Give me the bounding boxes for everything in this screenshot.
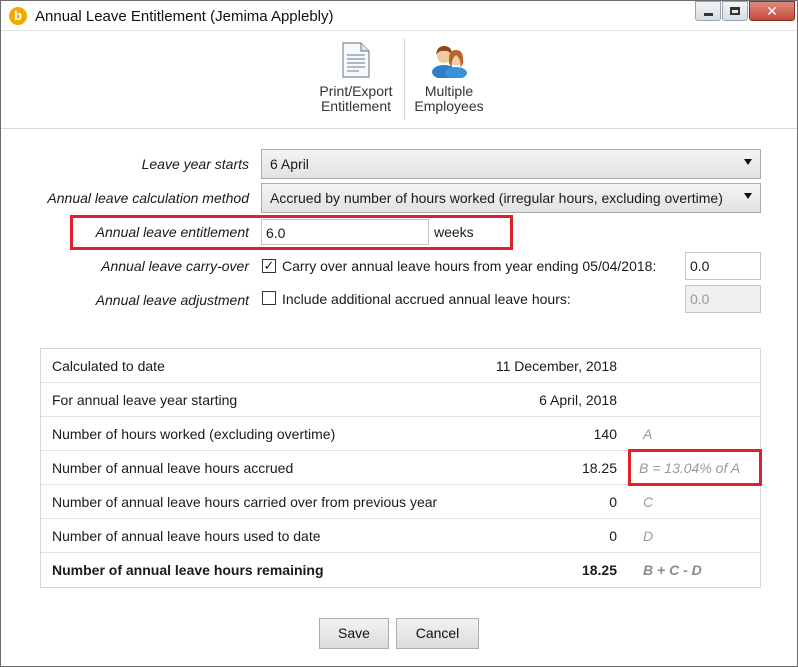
- close-icon: ✕: [766, 3, 778, 19]
- table-row: Number of annual leave hours used to dat…: [41, 519, 760, 553]
- table-row-total: Number of annual leave hours remaining 1…: [41, 553, 760, 587]
- app-logo-icon: b: [9, 7, 27, 25]
- cancel-button[interactable]: Cancel: [396, 618, 479, 649]
- minimize-icon: [703, 12, 713, 16]
- carryover-hours-input[interactable]: 0.0: [685, 252, 761, 280]
- row-note: B + C - D: [643, 562, 702, 578]
- document-icon: [342, 42, 370, 78]
- row-note: C: [643, 494, 654, 510]
- row-value: 11 December, 2018: [495, 358, 617, 374]
- adjustment-hours-value: 0.0: [690, 291, 710, 307]
- print-export-entitlement-button[interactable]: Print/Export Entitlement: [313, 42, 399, 114]
- row-label: For annual leave year starting: [52, 392, 238, 408]
- users-icon: [432, 46, 467, 78]
- leave-year-starts-row: Leave year starts 6 April: [1, 149, 797, 179]
- row-note: D: [643, 528, 654, 544]
- leave-year-starts-label: Leave year starts: [141, 156, 249, 172]
- table-row: For annual leave year starting 6 April, …: [41, 383, 760, 417]
- calc-method-row: Annual leave calculation method Accrued …: [1, 183, 797, 213]
- row-value: 0: [609, 494, 617, 510]
- minimize-button[interactable]: [695, 1, 721, 21]
- adjustment-hours-input[interactable]: 0.0: [685, 285, 761, 313]
- accrued-formula-highlight-box: [628, 449, 762, 486]
- multiple-employees-label-line1: Multiple: [424, 83, 474, 99]
- row-note: A: [643, 426, 653, 442]
- row-value: 18.25: [581, 562, 617, 578]
- carryover-checkbox[interactable]: ✓: [262, 259, 276, 273]
- row-label: Number of annual leave hours carried ove…: [52, 494, 438, 510]
- carryover-label: Annual leave carry-over: [101, 258, 249, 274]
- title-bar[interactable]: b Annual Leave Entitlement (Jemima Apple…: [1, 1, 797, 31]
- toolbar-divider: [404, 38, 405, 120]
- calc-method-value: Accrued by number of hours worked (irreg…: [270, 190, 723, 206]
- maximize-button[interactable]: [722, 1, 748, 21]
- row-label: Number of hours worked (excluding overti…: [52, 426, 336, 442]
- calc-method-select[interactable]: Accrued by number of hours worked (irreg…: [261, 183, 761, 213]
- carryover-row: Annual leave carry-over ✓ Carry over ann…: [1, 251, 797, 281]
- maximize-icon: [730, 7, 740, 15]
- row-label: Number of annual leave hours used to dat…: [52, 528, 321, 544]
- adjustment-row: Annual leave adjustment Include addition…: [1, 285, 797, 315]
- row-value: 0: [609, 528, 617, 544]
- entitlement-highlight-box: [70, 215, 513, 250]
- adjustment-text: Include additional accrued annual leave …: [282, 291, 571, 307]
- table-row: Number of annual leave hours carried ove…: [41, 485, 760, 519]
- row-value: 6 April, 2018: [539, 392, 617, 408]
- toolbar: Print/Export Entitlement Multiple Employ…: [1, 32, 797, 129]
- row-label: Calculated to date: [52, 358, 165, 374]
- close-button[interactable]: ✕: [749, 1, 795, 21]
- row-value: 140: [593, 426, 617, 442]
- row-label: Number of annual leave hours accrued: [52, 460, 294, 476]
- table-row: Number of hours worked (excluding overti…: [41, 417, 760, 451]
- carryover-text: Carry over annual leave hours from year …: [282, 258, 657, 274]
- multiple-employees-label-line2: Employees: [414, 98, 484, 114]
- row-label: Number of annual leave hours remaining: [52, 562, 324, 578]
- calc-method-label: Annual leave calculation method: [47, 190, 249, 206]
- carryover-hours-value: 0.0: [690, 258, 710, 274]
- annual-leave-dialog: b Annual Leave Entitlement (Jemima Apple…: [0, 0, 798, 667]
- chevron-down-icon: [744, 159, 752, 165]
- leave-year-starts-value: 6 April: [270, 156, 309, 172]
- save-button[interactable]: Save: [319, 618, 389, 649]
- table-row: Calculated to date 11 December, 2018: [41, 349, 760, 383]
- print-export-label-line2: Entitlement: [320, 98, 392, 114]
- chevron-down-icon: [744, 193, 752, 199]
- multiple-employees-button[interactable]: Multiple Employees: [411, 42, 487, 114]
- row-value: 18.25: [581, 460, 617, 476]
- adjustment-checkbox[interactable]: [262, 291, 276, 305]
- adjustment-label: Annual leave adjustment: [95, 292, 249, 308]
- window-controls: ✕: [694, 1, 795, 23]
- window-title: Annual Leave Entitlement (Jemima Applebl…: [35, 8, 334, 25]
- print-export-label-line1: Print/Export: [319, 83, 393, 99]
- leave-year-starts-select[interactable]: 6 April: [261, 149, 761, 179]
